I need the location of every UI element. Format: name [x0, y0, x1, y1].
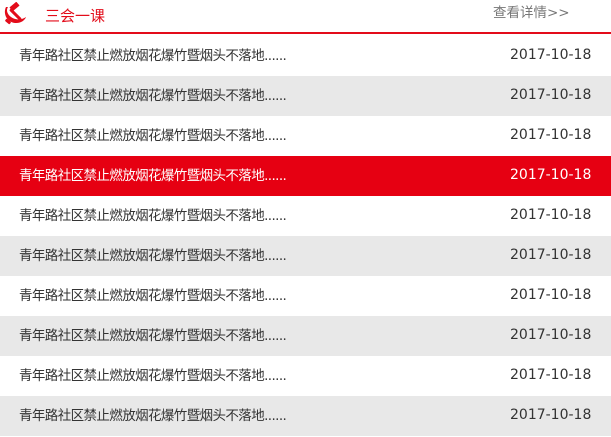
list-item-date: 2017-10-18: [510, 327, 592, 343]
list-item-title[interactable]: 青年路社区禁止燃放烟花爆竹暨烟头不落地......: [19, 327, 287, 345]
party-emblem-icon: [4, 2, 26, 25]
view-details-link[interactable]: 查看详情>>: [493, 4, 570, 22]
list-item[interactable]: 青年路社区禁止燃放烟花爆竹暨烟头不落地...... 2017-10-18: [0, 276, 611, 316]
news-list: 青年路社区禁止燃放烟花爆竹暨烟头不落地...... 2017-10-18 青年路社区…: [0, 36, 611, 436]
list-item[interactable]: 青年路社区禁止燃放烟花爆竹暨烟头不落地...... 2017-10-18: [0, 36, 611, 76]
list-item-title[interactable]: 青年路社区禁止燃放烟花爆竹暨烟头不落地......: [19, 127, 287, 145]
list-item-date: 2017-10-18: [510, 207, 592, 223]
news-panel: 三会一课 查看详情>> 青年路社区禁止燃放烟花爆竹暨烟头不落地...... 201…: [0, 0, 611, 437]
list-item-date: 2017-10-18: [510, 167, 592, 183]
list-item-date: 2017-10-18: [510, 287, 592, 303]
list-item[interactable]: 青年路社区禁止燃放烟花爆竹暨烟头不落地...... 2017-10-18: [0, 116, 611, 156]
panel-header: 三会一课 查看详情>>: [0, 0, 611, 34]
list-item[interactable]: 青年路社区禁止燃放烟花爆竹暨烟头不落地...... 2017-10-18: [0, 316, 611, 356]
list-item-title[interactable]: 青年路社区禁止燃放烟花爆竹暨烟头不落地......: [19, 247, 287, 265]
list-item-title[interactable]: 青年路社区禁止燃放烟花爆竹暨烟头不落地......: [19, 207, 287, 225]
list-item-title[interactable]: 青年路社区禁止燃放烟花爆竹暨烟头不落地......: [19, 407, 287, 425]
list-item-date: 2017-10-18: [510, 47, 592, 63]
list-item[interactable]: 青年路社区禁止燃放烟花爆竹暨烟头不落地...... 2017-10-18: [0, 196, 611, 236]
list-item-title[interactable]: 青年路社区禁止燃放烟花爆竹暨烟头不落地......: [19, 367, 287, 385]
list-item-date: 2017-10-18: [510, 127, 592, 143]
list-item-title[interactable]: 青年路社区禁止燃放烟花爆竹暨烟头不落地......: [19, 47, 287, 65]
section-title: 三会一课: [45, 7, 106, 25]
list-item[interactable]: 青年路社区禁止燃放烟花爆竹暨烟头不落地...... 2017-10-18: [0, 76, 611, 116]
list-item-date: 2017-10-18: [510, 407, 592, 423]
list-item-date: 2017-10-18: [510, 87, 592, 103]
list-item-date: 2017-10-18: [510, 367, 592, 383]
list-item-date: 2017-10-18: [510, 247, 592, 263]
list-item-title[interactable]: 青年路社区禁止燃放烟花爆竹暨烟头不落地......: [19, 167, 287, 185]
list-item[interactable]: 青年路社区禁止燃放烟花爆竹暨烟头不落地...... 2017-10-18: [0, 236, 611, 276]
list-item[interactable]: 青年路社区禁止燃放烟花爆竹暨烟头不落地...... 2017-10-18: [0, 356, 611, 396]
list-item-title[interactable]: 青年路社区禁止燃放烟花爆竹暨烟头不落地......: [19, 287, 287, 305]
list-item[interactable]: 青年路社区禁止燃放烟花爆竹暨烟头不落地...... 2017-10-18: [0, 396, 611, 436]
list-item[interactable]: 青年路社区禁止燃放烟花爆竹暨烟头不落地...... 2017-10-18: [0, 156, 611, 196]
list-item-title[interactable]: 青年路社区禁止燃放烟花爆竹暨烟头不落地......: [19, 87, 287, 105]
